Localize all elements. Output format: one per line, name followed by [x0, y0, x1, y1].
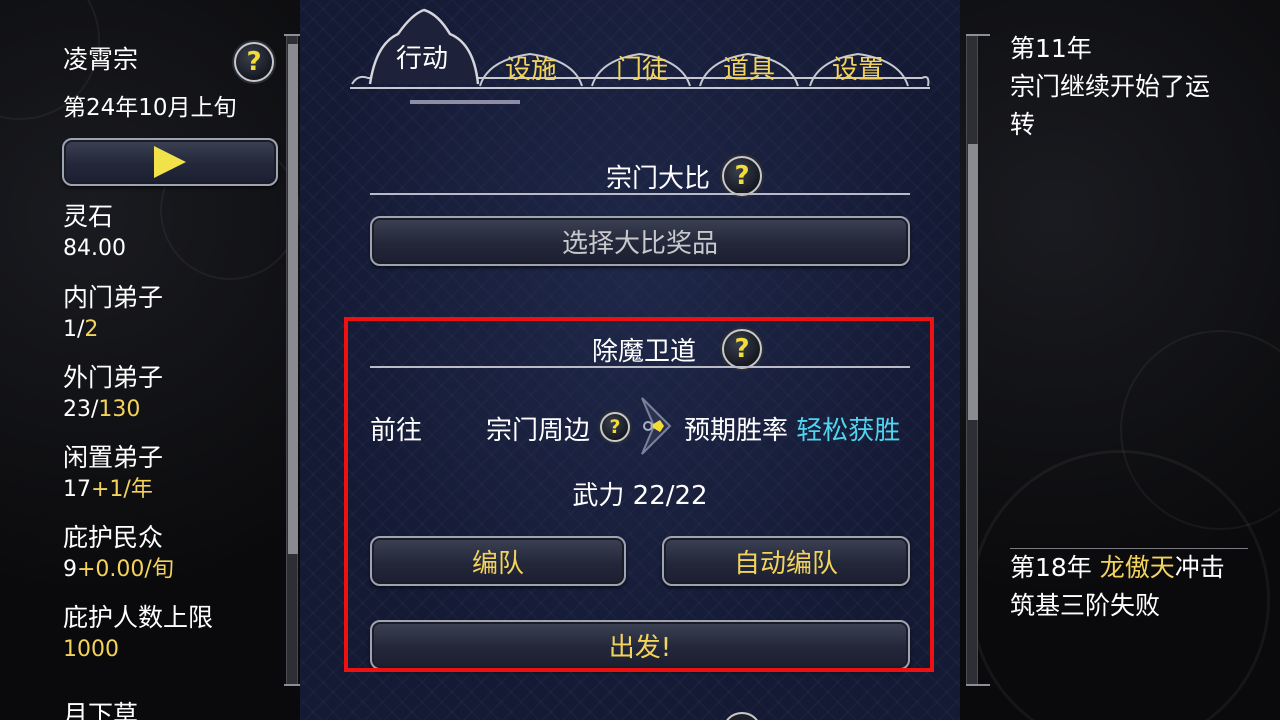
- advance-time-button[interactable]: [62, 138, 278, 186]
- stat-label-inner-disciples: 内门弟子: [63, 283, 164, 312]
- log-entry-year-18: 第18年 龙傲天冲击 筑基三阶失败: [1010, 549, 1270, 625]
- log-scrollbar-thumb[interactable]: [968, 144, 978, 420]
- game-date: 第24年10月上旬: [63, 95, 237, 121]
- stat-value-idle-disciples: 17+1/年: [63, 477, 153, 502]
- stat-value-sheltered-people: 9+0.00/旬: [63, 557, 174, 582]
- stat-label-moon-grass: 月下草: [63, 700, 139, 720]
- contest-help-icon[interactable]: ?: [722, 156, 762, 196]
- stat-label-spirit-stone: 灵石: [63, 202, 114, 231]
- stat-label-sheltered-people: 庇护民众: [63, 523, 164, 552]
- tab-actions[interactable]: 行动: [380, 36, 464, 76]
- stat-label-idle-disciples: 闲置弟子: [63, 443, 164, 472]
- tab-items[interactable]: 道具: [703, 48, 795, 86]
- log-entry-year-11: 第11年 宗门继续开始了运 转: [1010, 34, 1211, 139]
- contest-divider: [370, 193, 910, 195]
- scrollbar-cap: [966, 684, 990, 686]
- log-entry-action: 冲击: [1174, 553, 1225, 582]
- log-entry-character[interactable]: 龙傲天: [1100, 553, 1175, 582]
- contest-title: 宗门大比: [605, 164, 710, 194]
- tab-disciples[interactable]: 门徒: [596, 48, 688, 86]
- play-icon: [154, 146, 186, 178]
- log-entry-result: 筑基三阶失败: [1010, 591, 1161, 620]
- tab-facilities[interactable]: 设施: [485, 48, 577, 86]
- select-contest-prize-button[interactable]: 选择大比奖品: [370, 216, 910, 266]
- stat-label-shelter-limit: 庇护人数上限: [63, 603, 214, 632]
- stat-value-outer-disciples: 23/130: [63, 397, 141, 422]
- stat-value-spirit-stone: 84.00: [63, 236, 126, 261]
- stat-value-inner-disciples: 1/2: [63, 317, 99, 342]
- scrolled-item-fragment: [410, 100, 520, 104]
- stat-value-shelter-limit: 1000: [63, 637, 119, 662]
- log-scrollbar[interactable]: [966, 36, 978, 684]
- sect-help-icon[interactable]: ?: [234, 42, 274, 82]
- log-entry-year: 第18年: [1010, 553, 1100, 582]
- sect-name: 凌霄宗: [63, 45, 139, 74]
- stat-label-outer-disciples: 外门弟子: [63, 363, 164, 392]
- highlight-box: [344, 317, 934, 672]
- left-scrollbar[interactable]: [286, 36, 298, 684]
- left-scrollbar-thumb[interactable]: [288, 44, 298, 554]
- tab-settings[interactable]: 设置: [812, 48, 904, 86]
